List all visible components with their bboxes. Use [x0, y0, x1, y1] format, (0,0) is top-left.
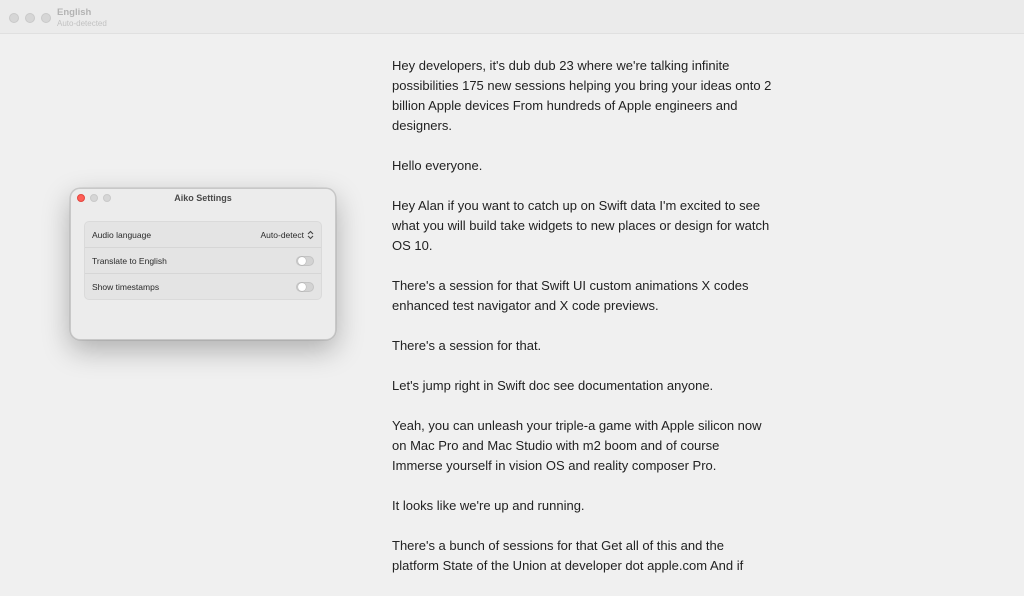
transcript-paragraph: There's a session for that. — [392, 338, 542, 353]
audio-language-label: Audio language — [92, 229, 152, 240]
settings-panel: Audio language Auto-detect Translate to … — [84, 221, 322, 300]
translate-row: Translate to English — [85, 247, 321, 273]
transcript-paragraph: It looks like we're up and running. — [392, 498, 585, 513]
settings-title: Aiko Settings — [174, 193, 232, 203]
toggle-knob — [298, 256, 306, 265]
toggle-knob — [298, 282, 306, 291]
transcript: Hey developers, it's dub dub 23 where we… — [392, 56, 772, 596]
audio-language-select[interactable]: Auto-detect — [261, 230, 314, 240]
transcript-paragraph: There's a bunch of sessions for that Get… — [392, 538, 744, 573]
timestamps-label: Show timestamps — [92, 281, 160, 292]
transcript-paragraph: Let's jump right in Swift doc see docume… — [392, 378, 714, 393]
settings-window: Aiko Settings Audio language Auto-detect… — [70, 188, 336, 340]
main-window-controls — [9, 13, 51, 23]
transcript-paragraph: There's a session for that Swift UI cust… — [392, 278, 749, 313]
timestamps-row: Show timestamps — [85, 273, 321, 299]
zoom-button[interactable] — [41, 13, 51, 23]
audio-language-value: Auto-detect — [260, 229, 304, 240]
translate-label: Translate to English — [92, 255, 167, 266]
audio-language-row: Audio language Auto-detect — [85, 222, 321, 247]
chevron-up-down-icon — [307, 230, 314, 239]
transcript-paragraph: Hey developers, it's dub dub 23 where we… — [392, 58, 772, 133]
main-titlebar: English Auto-detected — [0, 0, 1024, 34]
window-title-block: English Auto-detected — [57, 8, 107, 28]
minimize-button[interactable] — [25, 13, 35, 23]
window-subtitle: Auto-detected — [57, 18, 107, 28]
transcript-paragraph: Hello everyone. — [392, 158, 483, 173]
timestamps-toggle[interactable] — [296, 281, 314, 292]
translate-toggle[interactable] — [296, 255, 314, 266]
window-title: English — [57, 7, 92, 18]
transcript-paragraph: Hey Alan if you want to catch up on Swif… — [392, 198, 770, 253]
transcript-paragraph: Yeah, you can unleash your triple-a game… — [392, 418, 762, 473]
settings-titlebar[interactable]: Aiko Settings — [71, 189, 335, 208]
close-button[interactable] — [9, 13, 19, 23]
